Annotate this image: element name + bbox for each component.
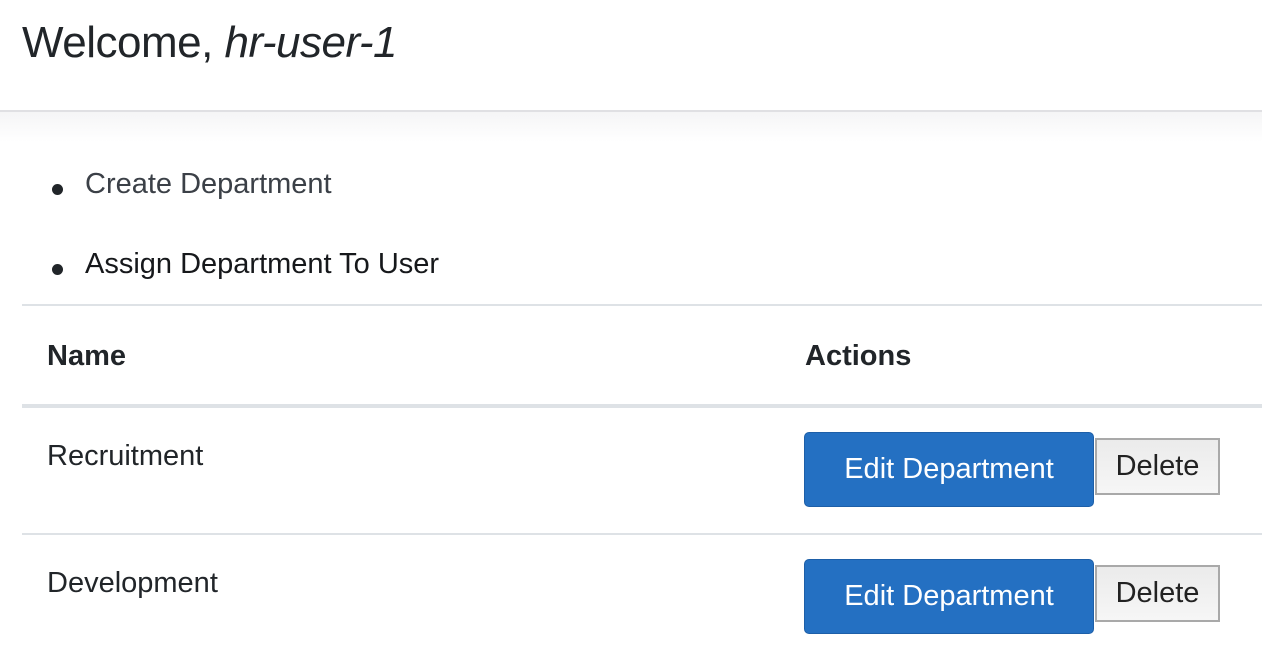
header-shadow: [0, 112, 1262, 142]
bullet-icon: [52, 264, 63, 275]
department-name: Development: [47, 567, 218, 599]
delete-button[interactable]: Delete: [1095, 565, 1220, 622]
edit-department-button[interactable]: Edit Department: [804, 432, 1094, 507]
bullet-icon: [52, 184, 63, 195]
page-header: Welcome, hr-user-1: [0, 0, 1262, 112]
table-row: Recruitment Edit Department Delete: [22, 408, 1262, 535]
column-header-actions: Actions: [805, 340, 912, 372]
table-row: Development Edit Department Delete: [22, 535, 1262, 660]
table-header: Name Actions: [22, 304, 1262, 408]
create-department-link[interactable]: Create Department: [85, 168, 332, 201]
username: hr-user-1: [224, 18, 398, 67]
welcome-text: Welcome,: [22, 18, 213, 67]
assign-department-link[interactable]: Assign Department To User: [85, 248, 439, 281]
page-title: Welcome, hr-user-1: [22, 18, 397, 68]
delete-button[interactable]: Delete: [1095, 438, 1220, 495]
edit-department-button[interactable]: Edit Department: [804, 559, 1094, 634]
department-name: Recruitment: [47, 440, 204, 472]
departments-table: Name Actions Recruitment Edit Department…: [22, 304, 1262, 660]
column-header-name: Name: [47, 340, 126, 372]
